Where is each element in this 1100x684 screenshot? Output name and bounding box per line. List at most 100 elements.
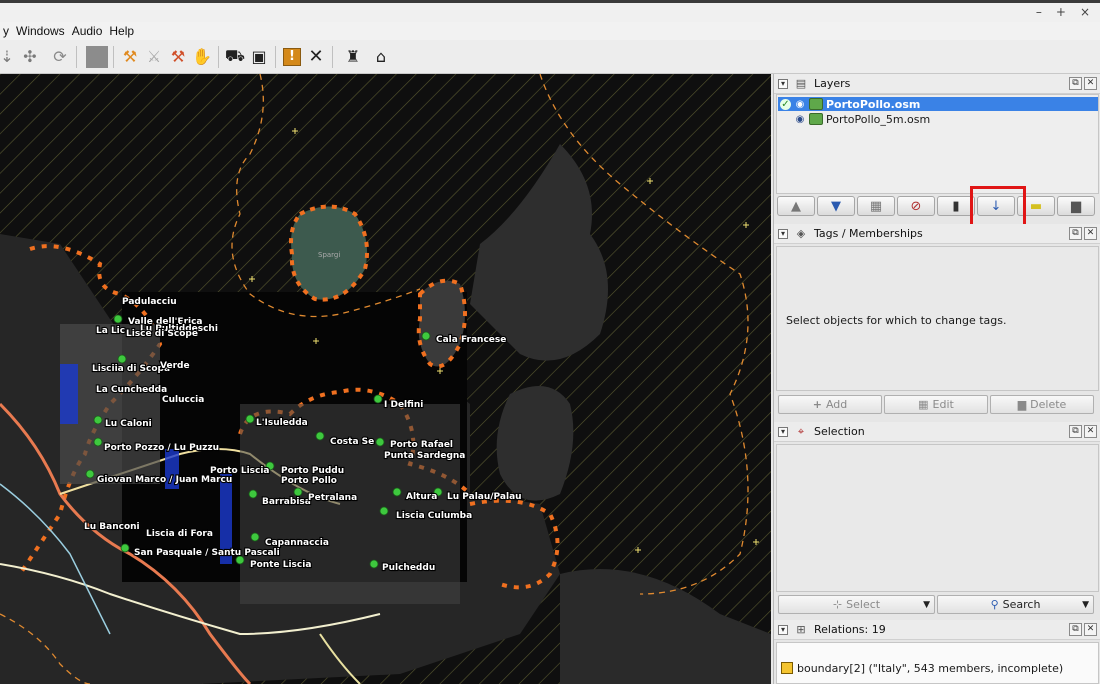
delete-layer-button[interactable]: ▆ [1057,196,1095,216]
menu-help[interactable]: Help [106,22,138,40]
side-panels: ▾ ▤ Layers ⧉ ✕ ✓ ◉ PortoPollo.osm ◉ Port… [773,74,1100,684]
collapse-icon[interactable]: ▾ [778,624,788,635]
bus-icon[interactable]: ▣ [247,45,271,69]
select-button[interactable]: ⊹ Select ▼ [778,595,935,614]
cross-icon[interactable]: ✕ [304,45,328,69]
relation-label: boundary[2] ("Italy", 543 members, incom… [797,661,1064,675]
edit-tag-button[interactable]: ▦ Edit [884,395,988,414]
menu-audio[interactable]: Audio [69,22,107,40]
toolbar-separator [218,45,219,68]
search-icon: ⚲ [990,598,999,611]
toolbar-separator [113,45,114,68]
edit-label: Edit [932,398,954,411]
maximize-button[interactable]: + [1056,5,1066,19]
map-label: Altura [406,492,437,502]
toolbar: ⇣ ✣ ⟳ ⚒ ⚔ ⚒ ✋ ⛟ ▣ ! ✕ ♜ ⌂ [0,40,1100,74]
relation-icon: ⊞ [796,623,806,636]
map-label: Verde [160,361,190,371]
toolbar-separator [332,45,333,68]
selection-panel-header[interactable]: ▾ ⌖ Selection ⧉ ✕ [774,422,1100,442]
delete-tag-button[interactable]: ▆ Delete [990,395,1094,414]
warning-icon[interactable]: ! [280,45,304,69]
layer-name: PortoPollo_5m.osm [826,112,931,126]
detach-icon[interactable]: ⧉ [1069,227,1082,240]
menu-history[interactable]: y [0,22,13,40]
detach-icon[interactable]: ⧉ [1069,623,1082,636]
layer-data-icon [809,98,823,110]
move-down-button[interactable]: ▼ [817,196,855,216]
visibility-icon[interactable]: ◉ [794,99,806,110]
close-icon[interactable]: ✕ [1084,623,1097,636]
map-label: Culuccia [162,395,204,405]
select-cursor-icon: ⊹ [832,598,843,611]
map-label: Liscia Culumba [396,511,472,521]
car-icon[interactable]: ⛟ [223,45,247,69]
layers-title: Layers [814,77,851,90]
map-label: Giovan Marco / Juan Marcu [97,475,232,485]
add-icon: + [812,398,822,411]
refresh-icon[interactable]: ⟳ [48,45,72,69]
map-label: Capannaccia [265,538,329,548]
layer-data-icon [809,113,823,125]
hide-layer-button[interactable]: ⊘ [897,196,935,216]
map-label: Costa Se [330,437,374,447]
minimize-button[interactable]: – [1036,5,1042,19]
relation-boundary-icon [781,662,793,674]
gray-box-icon[interactable] [85,45,109,69]
map-label: Cala Francese [436,335,506,345]
toolbar-separator [76,45,77,68]
visibility-icon[interactable]: ◉ [794,114,806,125]
relations-title: Relations: 19 [814,623,886,636]
detach-icon[interactable]: ⧉ [1069,77,1082,90]
chevron-down-icon[interactable]: ▼ [923,600,930,610]
tool-b-icon[interactable]: ⚔ [142,45,166,69]
map-view[interactable]: Spargi Padulacciu Valle dell'Erica La Li… [0,74,771,684]
delete-label: Delete [1030,398,1067,411]
search-button[interactable]: ⚲ Search ▼ [937,595,1094,614]
castle-icon[interactable]: ♜ [341,45,365,69]
map-label: La Lic [96,326,125,336]
search-label: Search [1002,598,1041,611]
relation-row[interactable]: boundary[2] ("Italy", 543 members, incom… [781,661,1063,675]
map-label: Lisce di Scope [126,329,198,339]
move-up-button[interactable]: ▲ [777,196,815,216]
menu-bar: y Windows Audio Help [0,22,1100,40]
hand-icon[interactable]: ✋ [190,45,214,69]
share-icon[interactable]: ✣ [18,45,42,69]
island-caprera [496,386,574,501]
collapse-icon[interactable]: ▾ [778,228,788,239]
tags-panel-header[interactable]: ▾ ◈ Tags / Memberships ⧉ ✕ [774,224,1100,244]
collapse-icon[interactable]: ▾ [778,78,788,89]
relations-panel-header[interactable]: ▾ ⊞ Relations: 19 ⧉ ✕ [774,620,1100,640]
map-label: I Delfini [384,400,423,410]
map-canvas[interactable]: Spargi Padulacciu Valle dell'Erica La Li… [0,74,771,684]
selection-buttons: ⊹ Select ▼ ⚲ Search ▼ [778,595,1094,614]
add-tag-button[interactable]: + Add [778,395,882,414]
download-icon[interactable]: ⇣ [0,45,14,69]
merge-layers-button[interactable]: ▦ [857,196,895,216]
tool-a-icon[interactable]: ⚒ [118,45,142,69]
close-icon[interactable]: ✕ [1084,77,1097,90]
tags-buttons: + Add ▦ Edit ▆ Delete [778,395,1094,414]
close-icon[interactable]: ✕ [1084,227,1097,240]
chevron-down-icon[interactable]: ▼ [1082,600,1089,610]
menu-windows[interactable]: Windows [13,22,69,40]
close-icon[interactable]: ✕ [1084,425,1097,438]
layer-row[interactable]: ◉ PortoPollo_5m.osm [778,112,1098,126]
collapse-icon[interactable]: ▾ [778,426,788,437]
layers-panel-header[interactable]: ▾ ▤ Layers ⧉ ✕ [774,74,1100,94]
close-button[interactable]: × [1080,5,1090,19]
factory-icon[interactable]: ⌂ [369,45,393,69]
edit-icon: ▦ [918,398,929,411]
relations-list: boundary[2] ("Italy", 543 members, incom… [776,642,1099,684]
map-label: San Pasquale / Santu Pascali [134,548,280,558]
layer-row[interactable]: ✓ ◉ PortoPollo.osm [778,97,1098,111]
tool-c-icon[interactable]: ⚒ [166,45,190,69]
detach-icon[interactable]: ⧉ [1069,425,1082,438]
active-check-icon[interactable]: ✓ [780,98,791,110]
selection-icon: ⌖ [797,424,805,438]
add-label: Add [825,398,848,411]
layers-icon: ▤ [795,77,807,90]
tag-icon: ◈ [796,227,806,240]
selection-list[interactable] [776,444,1099,592]
